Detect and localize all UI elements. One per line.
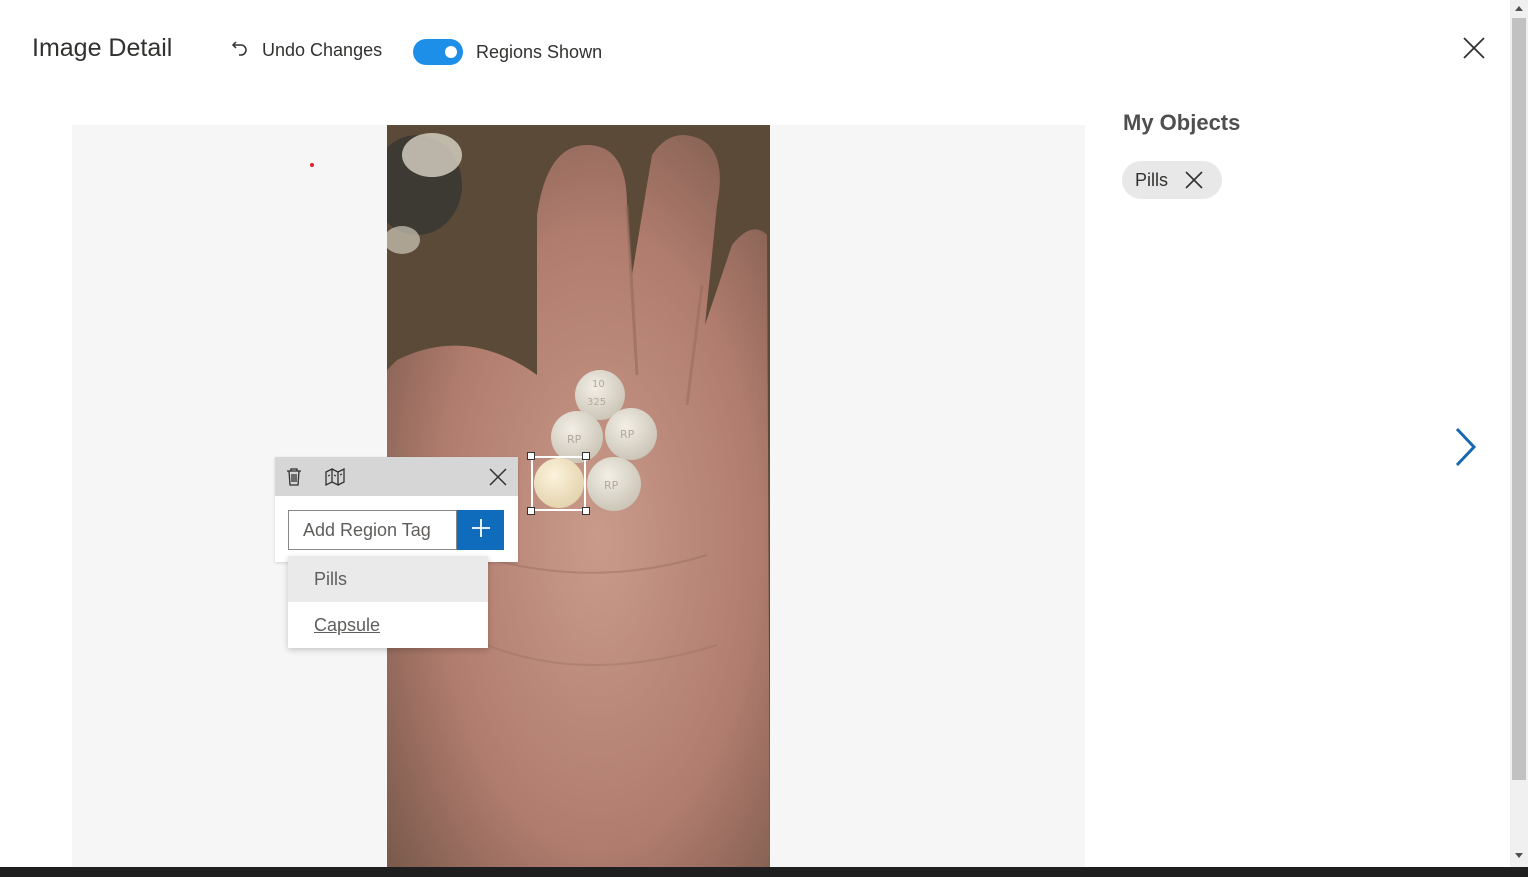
plus-icon (470, 517, 492, 544)
svg-text:RP: RP (620, 428, 635, 441)
close-icon (1184, 171, 1204, 194)
svg-text:RP: RP (567, 433, 582, 446)
resize-handle-bottom-left[interactable] (527, 507, 535, 515)
suggestion-item-pills[interactable]: Pills (288, 556, 488, 602)
undo-icon (230, 38, 250, 63)
region-toolbar (275, 457, 518, 496)
header-bar: Image Detail Undo Changes Regions Shown (0, 0, 1510, 100)
close-dialog-button[interactable] (1460, 34, 1488, 62)
region-tag-input[interactable] (288, 510, 457, 550)
undo-changes-label: Undo Changes (262, 40, 383, 60)
remove-tag-button[interactable] (1184, 170, 1204, 190)
toggle-switch[interactable] (413, 39, 463, 65)
suggestion-item-capsule[interactable]: Capsule (288, 602, 488, 648)
svg-text:325: 325 (587, 397, 606, 408)
scroll-up-arrow[interactable] (1515, 6, 1523, 11)
resize-handle-bottom-right[interactable] (582, 507, 590, 515)
next-image-button[interactable] (1450, 426, 1480, 468)
taskbar-strip (0, 867, 1528, 877)
copy-region-icon (323, 467, 347, 492)
close-region-panel-button[interactable] (487, 466, 509, 488)
close-icon (1460, 37, 1488, 66)
regions-shown-toggle[interactable]: Regions Shown (413, 39, 602, 65)
toggle-knob (445, 46, 457, 58)
vertical-scrollbar[interactable] (1510, 0, 1528, 867)
svg-text:RP: RP (604, 479, 619, 492)
region-tag-panel (275, 457, 518, 562)
cursor-dot (310, 163, 314, 167)
page-title: Image Detail (32, 34, 173, 62)
chevron-right-icon (1450, 427, 1480, 472)
my-objects-heading: My Objects (1123, 110, 1241, 135)
trash-icon (283, 468, 305, 492)
undo-changes-button[interactable]: Undo Changes (230, 38, 382, 63)
regions-shown-label: Regions Shown (476, 41, 603, 62)
scroll-down-arrow[interactable] (1515, 853, 1523, 858)
scrollbar-thumb[interactable] (1512, 18, 1526, 780)
tag-suggestions-list: Pills Capsule (288, 556, 488, 648)
close-icon (487, 468, 509, 492)
resize-handle-top-right[interactable] (582, 452, 590, 460)
copy-region-button[interactable] (323, 466, 345, 488)
object-tag-chip: Pills (1122, 161, 1222, 199)
resize-handle-top-left[interactable] (527, 452, 535, 460)
svg-text:10: 10 (592, 379, 605, 390)
object-tag-label: Pills (1135, 169, 1169, 190)
delete-region-button[interactable] (283, 466, 305, 488)
selected-region-box[interactable] (527, 452, 590, 515)
add-region-tag-button[interactable] (457, 510, 504, 550)
